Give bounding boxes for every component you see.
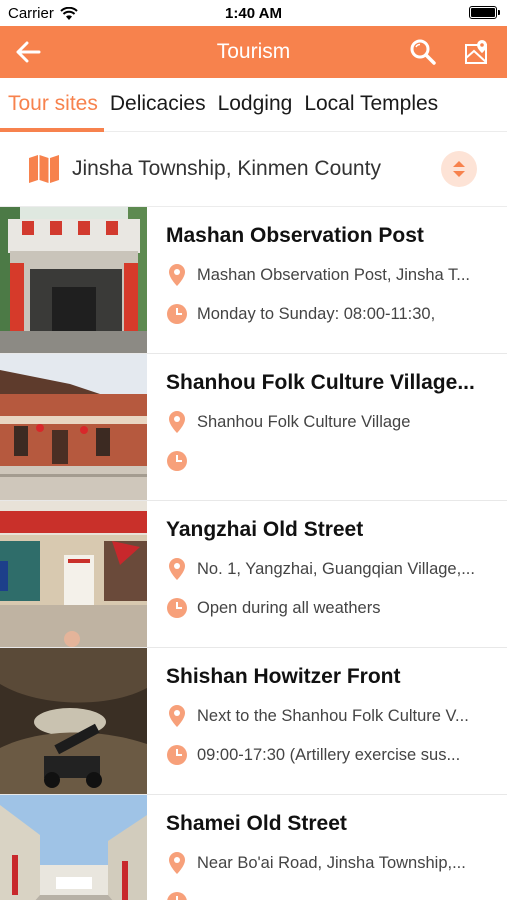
- place-name: Shanhou Folk Culture Village...: [166, 371, 475, 394]
- place-hours: 09:00-17:30 (Artillery exercise sus...: [166, 743, 496, 767]
- place-name: Shamei Old Street: [166, 812, 347, 835]
- tab-local-temples[interactable]: Local Temples: [304, 78, 438, 132]
- location-pin-icon: [166, 264, 188, 286]
- clock-icon: [166, 303, 188, 325]
- hours-text: 09:00-17:30 (Artillery exercise sus...: [197, 745, 461, 764]
- location-pin-icon: [166, 852, 188, 874]
- place-photo: [0, 354, 147, 500]
- place-photo: [0, 207, 147, 353]
- tab-lodging[interactable]: Lodging: [218, 78, 293, 132]
- place-name: Shishan Howitzer Front: [166, 665, 401, 688]
- place-address: Near Bo'ai Road, Jinsha Township,...: [166, 851, 496, 875]
- sort-button[interactable]: [441, 151, 477, 187]
- location-label: Jinsha Township, Kinmen County: [72, 157, 381, 180]
- tab-tour-sites[interactable]: Tour sites: [0, 78, 104, 132]
- location-pin-icon: [166, 705, 188, 727]
- address-text: Near Bo'ai Road, Jinsha Township,...: [197, 853, 466, 872]
- tour-sites-list: Mashan Observation Post Mashan Observati…: [0, 207, 507, 900]
- status-time: 1:40 AM: [225, 5, 282, 22]
- map-pin-icon: [465, 40, 487, 64]
- place-hours: [166, 890, 496, 900]
- map-view-button[interactable]: [461, 36, 493, 68]
- place-name: Mashan Observation Post: [166, 224, 424, 247]
- place-address: Next to the Shanhou Folk Culture V...: [166, 704, 496, 728]
- list-item[interactable]: Yangzhai Old Street No. 1, Yangzhai, Gua…: [0, 501, 507, 648]
- tab-delicacies[interactable]: Delicacies: [110, 78, 206, 132]
- list-item[interactable]: Shishan Howitzer Front Next to the Shanh…: [0, 648, 507, 795]
- place-hours: Monday to Sunday: 08:00-11:30,: [166, 302, 496, 326]
- sort-arrows-icon: [453, 161, 465, 177]
- address-text: No. 1, Yangzhai, Guangqian Village,...: [197, 559, 475, 578]
- place-hours: [166, 449, 496, 473]
- clock-icon: [166, 744, 188, 766]
- folded-map-icon: [29, 155, 59, 183]
- clock-icon: [166, 450, 188, 472]
- place-photo: [0, 501, 147, 647]
- search-button[interactable]: [407, 36, 439, 68]
- navigation-bar: Tourism: [0, 26, 507, 78]
- address-text: Shanhou Folk Culture Village: [197, 412, 411, 431]
- battery-icon: [469, 6, 500, 19]
- place-photo: [0, 648, 147, 794]
- place-address: No. 1, Yangzhai, Guangqian Village,...: [166, 557, 496, 581]
- address-text: Mashan Observation Post, Jinsha T...: [197, 265, 470, 284]
- place-hours: Open during all weathers: [166, 596, 496, 620]
- address-text: Next to the Shanhou Folk Culture V...: [197, 706, 469, 725]
- clock-icon: [166, 891, 188, 900]
- location-filter-bar[interactable]: Jinsha Township, Kinmen County: [0, 133, 507, 207]
- list-item[interactable]: Shanhou Folk Culture Village... Shanhou …: [0, 354, 507, 501]
- place-address: Shanhou Folk Culture Village: [166, 410, 496, 434]
- hours-text: Monday to Sunday: 08:00-11:30,: [197, 304, 436, 323]
- location-pin-icon: [166, 411, 188, 433]
- place-name: Yangzhai Old Street: [166, 518, 364, 541]
- status-bar: Carrier 1:40 AM: [0, 0, 507, 26]
- clock-icon: [166, 597, 188, 619]
- place-photo: [0, 795, 147, 900]
- list-item[interactable]: Shamei Old Street Near Bo'ai Road, Jinsh…: [0, 795, 507, 900]
- place-address: Mashan Observation Post, Jinsha T...: [166, 263, 496, 287]
- search-icon: [410, 39, 436, 65]
- hours-text: Open during all weathers: [197, 598, 381, 617]
- location-pin-icon: [166, 558, 188, 580]
- category-tabs: Tour sites Delicacies Lodging Local Temp…: [0, 78, 507, 132]
- list-item[interactable]: Mashan Observation Post Mashan Observati…: [0, 207, 507, 354]
